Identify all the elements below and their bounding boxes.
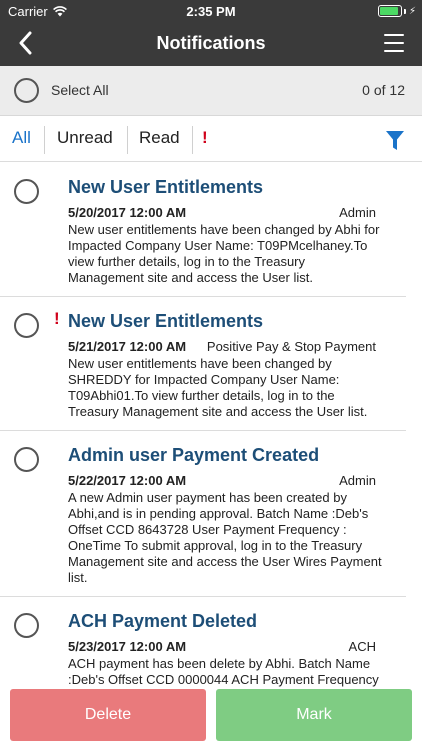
notification-body: New user entitlements have been changed …	[68, 222, 380, 285]
select-all-label[interactable]: Select All	[51, 82, 109, 98]
notification-type: Admin	[339, 205, 376, 220]
mark-button[interactable]: Mark	[216, 689, 412, 741]
notification-title: Admin user Payment Created	[68, 445, 320, 465]
notification-body: A new Admin user payment has been create…	[68, 490, 382, 585]
item-select-radio[interactable]	[14, 447, 39, 472]
important-flag-icon: !	[54, 309, 60, 328]
funnel-icon[interactable]	[386, 131, 404, 151]
select-all-radio[interactable]	[14, 78, 39, 103]
notification-date: 5/23/2017 12:00 AM	[68, 639, 187, 654]
charging-bolt-icon: ⚡	[408, 5, 416, 17]
tab-important[interactable]: !	[202, 128, 208, 148]
notification-item[interactable]: ACH Payment Deleted 5/23/2017 12:00 AM A…	[0, 597, 406, 689]
item-select-radio[interactable]	[14, 313, 39, 338]
notification-list: New User Entitlements 5/20/2017 12:00 AM…	[0, 163, 422, 689]
notification-body: ACH payment has been delete by Abhi. Bat…	[68, 656, 379, 689]
chevron-left-icon	[19, 31, 32, 55]
tab-divider	[44, 126, 45, 154]
notification-body: New user entitlements have been changed …	[68, 356, 368, 419]
delete-button[interactable]: Delete	[10, 689, 206, 741]
selection-count: 0 of 12	[362, 82, 405, 98]
notification-type: Positive Pay & Stop Payment	[206, 339, 376, 354]
battery-icon	[377, 5, 402, 17]
notification-type: ACH	[348, 639, 376, 654]
notification-date: 5/22/2017 12:00 AM	[68, 473, 187, 488]
hamburger-menu-icon[interactable]	[384, 34, 404, 52]
back-button[interactable]	[10, 28, 40, 58]
tab-divider	[127, 126, 128, 154]
navigation-bar: Notifications	[0, 22, 422, 66]
notification-title: ACH Payment Deleted	[68, 611, 258, 631]
notification-type: Admin	[339, 473, 376, 488]
notification-item[interactable]: Admin user Payment Created 5/22/2017 12:…	[0, 431, 406, 597]
action-bar: Delete Mark	[0, 689, 422, 750]
notification-item[interactable]: ! New User Entitlements 5/21/2017 12:00 …	[0, 297, 406, 431]
tab-all[interactable]: All	[12, 128, 31, 148]
tab-divider	[192, 126, 193, 154]
notification-date: 5/21/2017 12:00 AM	[68, 339, 187, 354]
clock: 2:35 PM	[186, 4, 236, 19]
tab-read[interactable]: Read	[139, 128, 180, 148]
battery-indicator: ⚡	[377, 5, 416, 17]
notification-title: New User Entitlements	[68, 177, 264, 197]
filter-tabs: All Unread Read !	[0, 116, 422, 162]
notification-date: 5/20/2017 12:00 AM	[68, 205, 187, 220]
select-all-bar: Select All 0 of 12	[0, 66, 422, 116]
item-select-radio[interactable]	[14, 179, 39, 204]
notification-item[interactable]: New User Entitlements 5/20/2017 12:00 AM…	[0, 163, 406, 297]
notification-title: New User Entitlements	[68, 311, 264, 331]
status-bar: Carrier 2:35 PM ⚡	[0, 0, 422, 22]
item-select-radio[interactable]	[14, 613, 39, 638]
tab-unread[interactable]: Unread	[57, 128, 113, 148]
page-title: Notifications	[156, 33, 266, 53]
